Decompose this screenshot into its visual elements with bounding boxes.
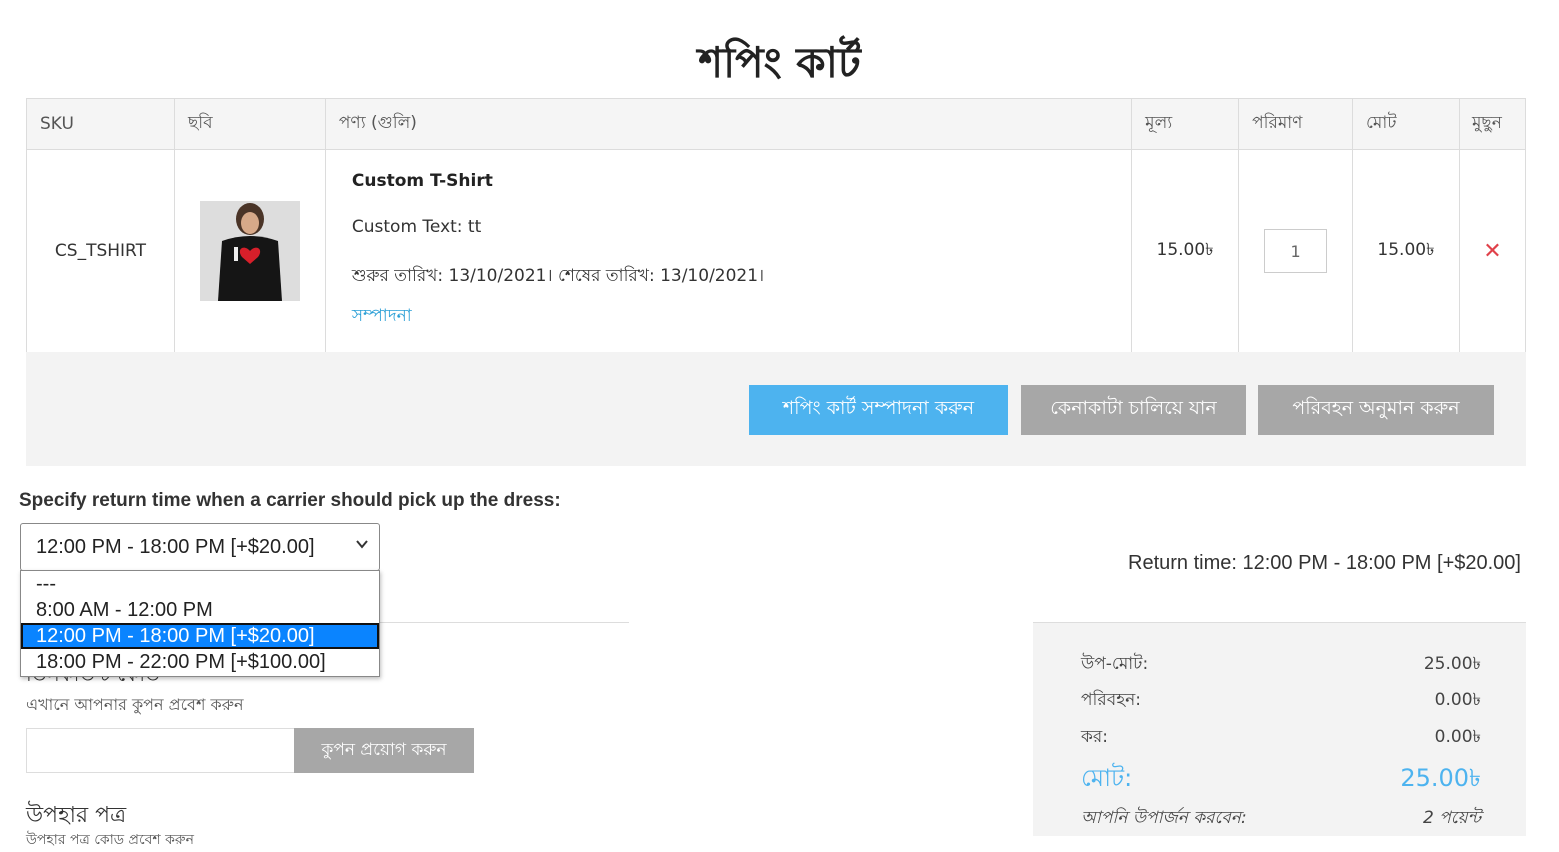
gift-card-hint: উপহার পত্র কোড প্রবেশ করুন (26, 832, 194, 848)
grand-total-value: 25.00৳ (1400, 764, 1481, 792)
edit-cart-button[interactable]: শপিং কার্ট সম্পাদনা করুন (749, 385, 1008, 435)
item-sku: CS_TSHIRT (26, 149, 175, 353)
grand-total-row: মোট: 25.00৳ (1081, 760, 1481, 800)
subtotal-label: উপ-মোট: (1081, 654, 1149, 674)
remove-icon[interactable]: ✕ (1483, 239, 1501, 264)
header-total: মোট (1352, 98, 1460, 150)
grand-total-label: মোট: (1081, 764, 1133, 792)
dropdown-option[interactable]: --- (21, 571, 379, 597)
estimate-shipping-button[interactable]: পরিবহন অনুমান করুন (1258, 385, 1494, 435)
return-time-label: Specify return time when a carrier shoul… (19, 490, 561, 511)
shipping-value: 0.00৳ (1434, 690, 1481, 710)
points-value: 2 পয়েন্ট (1423, 808, 1481, 828)
dropdown-option[interactable]: 18:00 PM - 22:00 PM [+$100.00] (21, 649, 379, 675)
tax-label: কর: (1081, 727, 1108, 747)
header-product: পণ্য (গুলি) (324, 98, 1133, 150)
page-title: শপিং কার্ট (698, 38, 861, 87)
return-time-dropdown: --- 8:00 AM - 12:00 PM 12:00 PM - 18:00 … (20, 570, 380, 677)
subtotal-row: উপ-মোট: 25.00৳ (1081, 651, 1481, 679)
header-quantity: পরিমাণ (1238, 98, 1354, 150)
tax-value: 0.00৳ (1434, 727, 1481, 747)
subtotal-value: 25.00৳ (1423, 654, 1481, 674)
chevron-down-icon (356, 540, 368, 549)
quantity-input[interactable]: 1 (1264, 229, 1328, 273)
table-row: CS_TSHIRT Custom T-Shirt Custom Text: tt (26, 149, 1527, 353)
shipping-row: পরিবহন: 0.00৳ (1081, 687, 1481, 715)
item-option: Custom Text: tt (351, 217, 482, 237)
continue-shopping-button[interactable]: কেনাকাটা চালিয়ে যান (1021, 385, 1246, 435)
edit-item-link[interactable]: সম্পাদনা (352, 306, 412, 326)
header-sku: SKU (26, 98, 175, 150)
item-price: 15.00৳ (1131, 149, 1240, 353)
dropdown-option[interactable]: 8:00 AM - 12:00 PM (21, 597, 379, 623)
points-row: আপনি উপার্জন করবেন: 2 পয়েন্ট (1081, 805, 1481, 833)
tax-row: কর: 0.00৳ (1081, 724, 1481, 752)
cart-actions-bar: শপিং কার্ট সম্পাদনা করুন কেনাকাটা চালিয়… (26, 352, 1526, 466)
cart-table: SKU ছবি পণ্য (গুলি) মূল্য পরিমাণ মোট মুছ… (26, 98, 1527, 353)
item-name[interactable]: Custom T-Shirt (352, 171, 1130, 191)
item-total: 15.00৳ (1352, 149, 1460, 353)
coupon-hint: এখানে আপনার কুপন প্রবেশ করুন (26, 695, 244, 714)
product-image[interactable] (199, 201, 300, 301)
points-label: আপনি উপার্জন করবেন: (1081, 808, 1247, 828)
return-time-selected: 12:00 PM - 18:00 PM [+$20.00] (36, 535, 315, 558)
dropdown-option-selected[interactable]: 12:00 PM - 18:00 PM [+$20.00] (21, 623, 379, 649)
return-time-select[interactable]: 12:00 PM - 18:00 PM [+$20.00] (20, 523, 380, 571)
header-remove: মুছুন (1458, 98, 1527, 150)
coupon-input[interactable] (26, 728, 295, 773)
header-image: ছবি (173, 98, 326, 150)
return-time-summary: Return time: 12:00 PM - 18:00 PM [+$20.0… (1128, 552, 1521, 574)
cart-header-row: SKU ছবি পণ্য (গুলি) মূল্য পরিমাণ মোট মুছ… (26, 98, 1527, 150)
item-dates: শুরুর তারিখ: 13/10/2021। শেষের তারিখ: 13… (351, 266, 765, 286)
shipping-label: পরিবহন: (1081, 690, 1142, 710)
header-price: মূল্য (1131, 98, 1240, 150)
apply-coupon-button[interactable]: কুপন প্রয়োগ করুন (294, 728, 474, 773)
order-totals: উপ-মোট: 25.00৳ পরিবহন: 0.00৳ কর: 0.00৳ ম… (1033, 623, 1526, 836)
